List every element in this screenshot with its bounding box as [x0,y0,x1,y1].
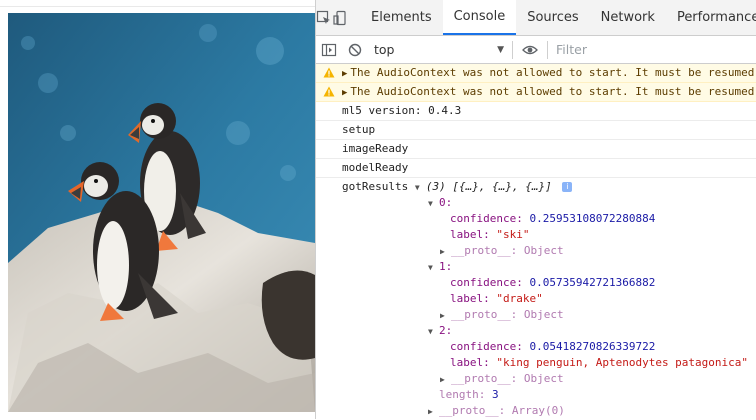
clear-icon [348,43,362,56]
label-value: "drake" [496,292,543,305]
sidebar-icon [321,43,337,56]
proto-text: __proto__: Object [451,244,564,257]
length-value: 3 [491,388,499,401]
proto-text: __proto__: Object [451,372,564,385]
result-item-2[interactable]: ▼ 2: [342,323,756,339]
tab-network[interactable]: Network [590,0,666,35]
collapse-arrow-icon[interactable]: ▼ [428,324,439,340]
dropdown-arrow-icon: ▼ [497,44,504,55]
confidence-row: confidence: 0.05418270826339722 [342,339,756,355]
info-icon[interactable]: i [562,182,573,192]
expand-arrow-icon[interactable]: ▶ [342,84,347,101]
prop-key: length: [439,388,486,401]
item-index: 0: [439,196,453,209]
result-item-1[interactable]: ▼ 1: [342,259,756,275]
filter-input[interactable]: Filter [556,42,587,57]
device-toolbar-button[interactable] [332,0,348,35]
array-proto-row[interactable]: ▶ __proto__: Array(0) [342,403,756,419]
collapse-arrow-icon[interactable]: ▼ [428,260,439,276]
console-log-line: modelReady [316,159,756,178]
array-count: (3) [425,180,446,193]
prop-key: confidence: [450,276,523,289]
proto-text: __proto__: Object [451,308,564,321]
gotresults-log: gotResults ▼ (3) [{…}, {…}, {…}] i ▼ 0: co… [316,178,756,419]
page-canvas-area [0,0,315,419]
device-icon [333,10,346,25]
collapse-arrow-icon[interactable]: ▼ [428,196,439,212]
devtools-tabbar: Elements Console Sources Network Perform… [316,0,756,36]
warning-icon [323,86,335,97]
confidence-value: 0.25953108072280884 [529,212,656,225]
tab-sources[interactable]: Sources [516,0,589,35]
devtools-panel: Elements Console Sources Network Perform… [315,0,756,419]
clear-console-button[interactable] [342,36,368,63]
console-output: ▶ The AudioContext was not allowed to sta… [316,64,756,419]
expand-arrow-icon[interactable]: ▶ [440,308,451,324]
label-value: "ski" [496,228,530,241]
proto-row[interactable]: ▶ __proto__: Object [342,243,756,259]
live-expression-button[interactable] [517,36,543,63]
collapse-arrow-icon[interactable]: ▼ [415,180,426,196]
gotresults-summary[interactable]: gotResults ▼ (3) [{…}, {…}, {…}] i [342,178,756,195]
proto-row[interactable]: ▶ __proto__: Object [342,307,756,323]
console-log-line: imageReady [316,140,756,159]
warning-text: The AudioContext was not allowed to star… [350,85,755,98]
context-selector-label: top [374,42,395,57]
log-label: gotResults [342,180,409,193]
confidence-row: confidence: 0.25953108072280884 [342,211,756,227]
console-warning[interactable]: ▶ The AudioContext was not allowed to sta… [316,83,756,102]
result-item-0[interactable]: ▼ 0: [342,195,756,211]
page-top-strip [0,0,315,7]
toolbar-separator [547,40,548,59]
expand-arrow-icon[interactable]: ▶ [428,404,439,420]
label-row: label: "ski" [342,227,756,243]
warning-icon [323,67,335,78]
prop-key: confidence: [450,212,523,225]
array-preview: [{…}, {…}, {…}] [452,180,552,193]
prop-key: label: [450,356,490,369]
tab-console[interactable]: Console [442,0,517,35]
expand-arrow-icon[interactable]: ▶ [440,244,451,260]
inspect-element-button[interactable] [316,0,332,35]
confidence-value: 0.05418270826339722 [529,340,656,353]
inspect-icon [316,10,330,24]
label-row: label: "drake" [342,291,756,307]
console-warning[interactable]: ▶ The AudioContext was not allowed to sta… [316,64,756,83]
warning-text: The AudioContext was not allowed to star… [350,66,755,79]
console-log-line: ml5 version: 0.4.3 [316,102,756,121]
context-selector[interactable]: top ▼ [374,40,508,60]
tab-performance[interactable]: Performance [666,0,756,35]
expand-arrow-icon[interactable]: ▶ [440,372,451,388]
prop-key: label: [450,228,490,241]
item-index: 1: [439,260,453,273]
label-value: "king penguin, Aptenodytes patagonica" [496,356,749,369]
item-index: 2: [439,324,453,337]
expand-arrow-icon[interactable]: ▶ [342,65,347,82]
tab-elements[interactable]: Elements [360,0,443,35]
length-row: length: 3 [342,387,756,403]
console-log-line: setup [316,121,756,140]
proto-text: __proto__: Array(0) [439,404,565,417]
eye-icon [522,45,538,54]
prop-key: confidence: [450,340,523,353]
console-toolbar: top ▼ Filter [316,36,756,64]
confidence-value: 0.05735942721366882 [529,276,656,289]
proto-row[interactable]: ▶ __proto__: Object [342,371,756,387]
toolbar-separator [512,40,513,59]
show-sidebar-button[interactable] [316,36,342,63]
confidence-row: confidence: 0.05735942721366882 [342,275,756,291]
label-row: label: "king penguin, Aptenodytes patago… [342,355,756,371]
puffins-image [8,13,315,412]
prop-key: label: [450,292,490,305]
